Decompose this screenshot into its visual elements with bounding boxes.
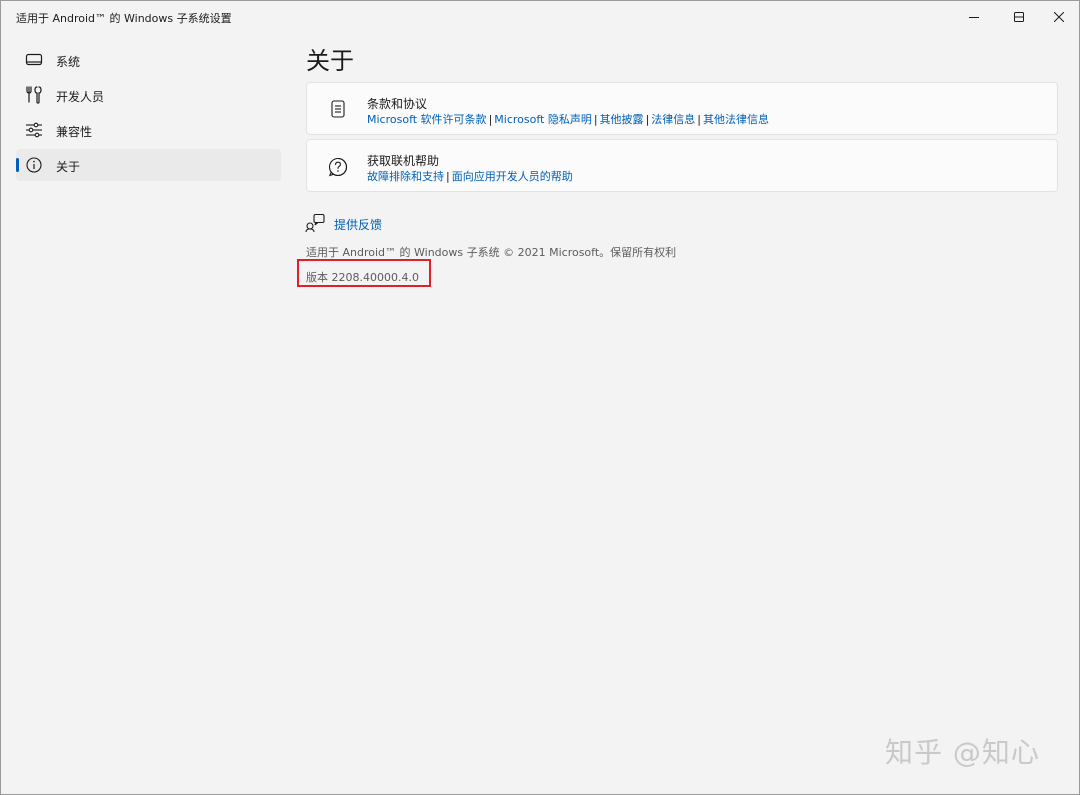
privacy-statement-link[interactable]: Microsoft 隐私声明 xyxy=(494,113,592,126)
laptop-icon xyxy=(25,52,43,68)
sidebar-item-label: 兼容性 xyxy=(56,125,93,139)
selection-indicator xyxy=(16,158,19,172)
close-icon xyxy=(1054,12,1064,22)
sidebar-item-about[interactable]: 关于 xyxy=(16,149,281,181)
terms-card-title: 条款和协议 xyxy=(367,97,428,111)
sidebar-item-developer[interactable]: 开发人员 xyxy=(16,79,281,111)
help-card-title: 获取联机帮助 xyxy=(367,154,440,168)
legal-info-link[interactable]: 法律信息 xyxy=(651,113,695,126)
feedback-icon xyxy=(305,213,325,233)
other-disclosures-link[interactable]: 其他披露 xyxy=(600,113,644,126)
other-legal-info-link[interactable]: 其他法律信息 xyxy=(703,113,769,126)
close-button[interactable] xyxy=(1039,1,1079,33)
window-title: 适用于 Android™ 的 Windows 子系统设置 xyxy=(16,12,232,25)
tools-icon xyxy=(25,86,43,104)
minimize-button-2[interactable] xyxy=(954,1,994,33)
watermark: 知乎 @知心 xyxy=(885,736,1040,769)
sidebar-item-label: 开发人员 xyxy=(56,90,105,104)
maximize-icon xyxy=(1014,12,1024,22)
feedback-label: 提供反馈 xyxy=(334,218,383,232)
document-icon xyxy=(327,98,349,120)
version-highlight-box xyxy=(297,259,431,287)
minimize-icon xyxy=(969,17,979,18)
help-card: 获取联机帮助 故障排除和支持 | 面向应用开发人员的帮助 xyxy=(306,139,1058,192)
license-terms-link[interactable]: Microsoft 软件许可条款 xyxy=(367,113,487,126)
app-developer-help-link[interactable]: 面向应用开发人员的帮助 xyxy=(452,170,573,183)
sidebar-item-system[interactable]: 系统 xyxy=(16,44,281,76)
help-links: 故障排除和支持 | 面向应用开发人员的帮助 xyxy=(367,170,573,183)
sliders-icon xyxy=(25,122,43,138)
help-icon xyxy=(327,156,349,178)
sidebar-item-label: 系统 xyxy=(56,55,81,69)
sidebar-item-compatibility[interactable]: 兼容性 xyxy=(16,114,281,146)
maximize-button[interactable] xyxy=(999,1,1039,33)
troubleshooting-link[interactable]: 故障排除和支持 xyxy=(367,170,444,183)
copyright-text: 适用于 Android™ 的 Windows 子系统 © 2021 Micros… xyxy=(306,246,677,259)
terms-links: Microsoft 软件许可条款 | Microsoft 隐私声明 | 其他披露 | 法律信… xyxy=(367,113,769,126)
title-bar: 适用于 Android™ 的 Windows 子系统设置 xyxy=(1,1,1079,33)
terms-card: 条款和协议 Microsoft 软件许可条款 | Microsoft 隐私声明 | 其他… xyxy=(306,82,1058,135)
settings-window: 适用于 Android™ 的 Windows 子系统设置 系统 开发人员 兼容性… xyxy=(0,0,1080,795)
page-title: 关于 xyxy=(306,47,354,75)
sidebar-item-label: 关于 xyxy=(56,160,81,174)
info-icon xyxy=(25,157,43,173)
